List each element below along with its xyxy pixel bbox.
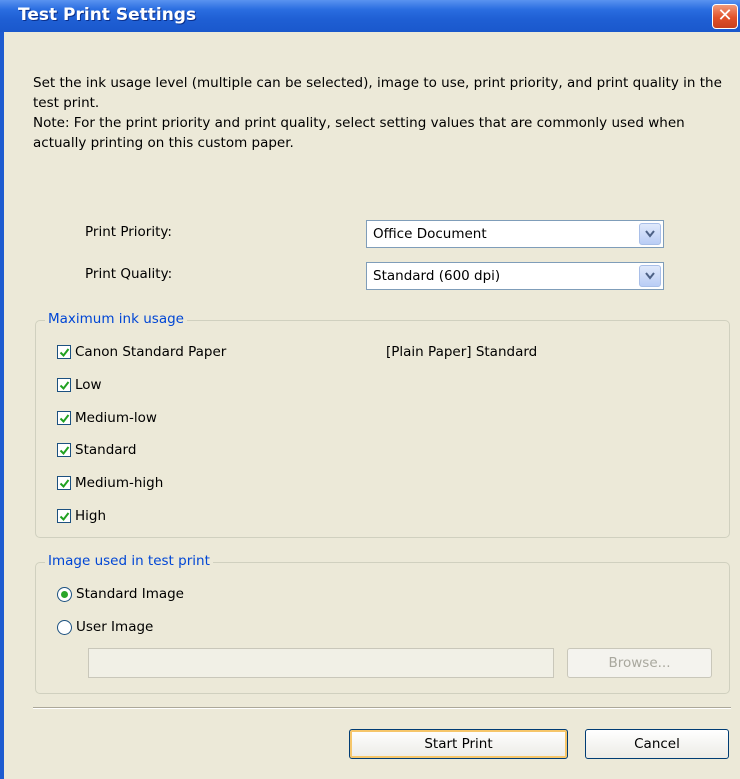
radio-button[interactable] [57,620,72,635]
checkbox-label: Medium-high [75,475,164,491]
print-quality-label: Print Quality: [85,266,173,282]
dialog-title: Test Print Settings [18,5,197,25]
checkbox-box[interactable] [57,378,71,392]
radio-standard-image[interactable]: Standard Image [57,586,257,606]
print-quality-value: Standard (600 dpi) [373,268,501,284]
title-bar[interactable]: Test Print Settings ✕ [0,0,740,32]
checkbox-box[interactable] [57,443,71,457]
divider [33,707,731,709]
description-text: Set the ink usage level (multiple can be… [33,73,723,153]
print-quality-dropdown[interactable]: Standard (600 dpi) [366,262,664,290]
checkbox-box[interactable] [57,345,71,359]
radio-label: Standard Image [76,586,184,602]
test-print-settings-dialog: Test Print Settings ✕ Set the ink usage … [0,0,740,779]
image-group-legend: Image used in test print [45,553,213,569]
ink-usage-legend: Maximum ink usage [45,311,187,327]
image-path-input[interactable] [88,648,554,678]
window-frame-left [0,32,4,779]
print-priority-value: Office Document [373,226,487,242]
radio-button[interactable] [57,587,72,602]
checkbox-label: Standard [75,442,137,458]
start-print-button[interactable]: Start Print [349,729,568,759]
print-priority-dropdown[interactable]: Office Document [366,220,664,248]
checkbox-box[interactable] [57,476,71,490]
close-icon: ✕ [717,5,733,26]
print-priority-label: Print Priority: [85,224,172,240]
chevron-down-icon[interactable] [639,265,661,287]
cancel-button[interactable]: Cancel [585,729,729,759]
radio-label: User Image [76,619,154,635]
checkbox-label: High [75,508,107,524]
chevron-down-icon[interactable] [639,223,661,245]
paper-info: [Plain Paper] Standard [386,344,538,360]
checkbox-label: Low [75,377,102,393]
checkbox-box[interactable] [57,509,71,523]
description-line-1: Set the ink usage level (multiple can be… [33,75,722,111]
checkbox-box[interactable] [57,411,71,425]
browse-button[interactable]: Browse... [567,648,712,678]
description-line-2: Note: For the print priority and print q… [33,115,685,151]
checkbox-label: Medium-low [75,410,157,426]
close-button[interactable]: ✕ [712,4,738,29]
radio-selected-dot [61,591,68,598]
radio-user-image[interactable]: User Image [57,619,257,639]
checkbox-label: Canon Standard Paper [75,344,227,360]
